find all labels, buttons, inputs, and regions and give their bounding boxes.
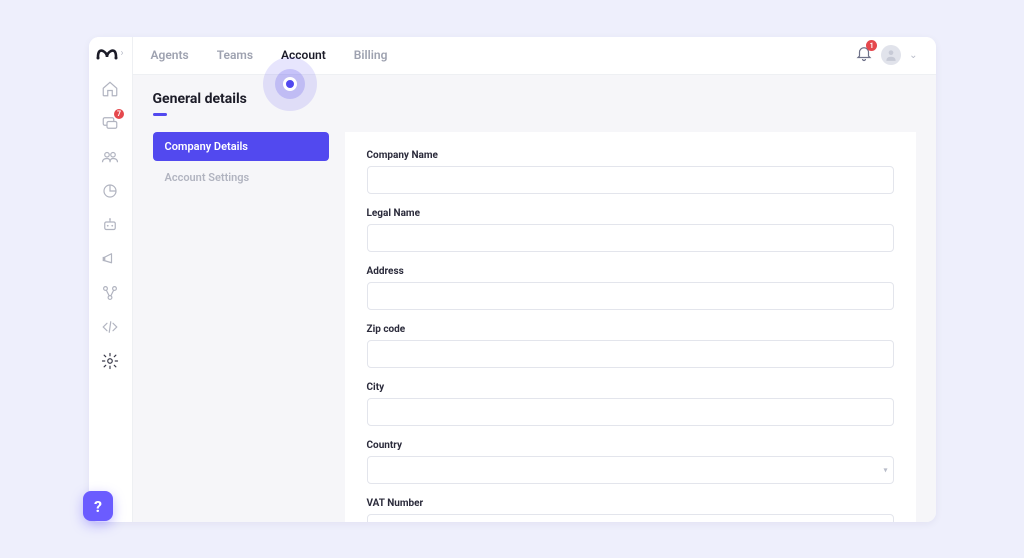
input-zip[interactable] <box>367 340 894 368</box>
code-icon <box>101 318 119 336</box>
page-header: General details <box>153 91 916 116</box>
label-vat: VAT Number <box>367 498 894 509</box>
label-zip: Zip code <box>367 324 894 335</box>
tab-billing[interactable]: Billing <box>354 37 388 75</box>
label-company-name: Company Name <box>367 150 894 161</box>
chevron-down-icon[interactable]: ⌄ <box>909 50 917 61</box>
input-company-name[interactable] <box>367 166 894 194</box>
label-legal-name: Legal Name <box>367 208 894 219</box>
sidebar-item-campaigns[interactable] <box>98 247 122 271</box>
input-city[interactable] <box>367 398 894 426</box>
sidebar-item-analytics[interactable] <box>98 179 122 203</box>
sidebar-item-bot[interactable] <box>98 213 122 237</box>
settings-submenu: Company Details Account Settings <box>153 132 329 522</box>
sidebar-item-contacts[interactable] <box>98 145 122 169</box>
title-underline <box>153 113 167 116</box>
sidebar-item-home[interactable] <box>98 77 122 101</box>
submenu-company-details[interactable]: Company Details <box>153 132 329 161</box>
tab-agents[interactable]: Agents <box>151 37 189 75</box>
help-button[interactable]: ? <box>83 491 113 521</box>
tab-teams[interactable]: Teams <box>217 37 253 75</box>
input-address[interactable] <box>367 282 894 310</box>
sidebar-item-dev[interactable] <box>98 315 122 339</box>
chevron-right-icon: › <box>120 48 123 59</box>
flow-icon <box>101 284 119 302</box>
notifications-button[interactable]: 1 <box>855 44 873 66</box>
notification-badge: 1 <box>866 40 877 51</box>
page-title: General details <box>153 91 916 107</box>
logo[interactable]: › <box>96 47 123 61</box>
input-vat[interactable] <box>367 514 894 522</box>
bot-icon <box>101 216 119 234</box>
select-country[interactable] <box>367 456 894 484</box>
sidebar-item-conversations[interactable]: 7 <box>98 111 122 135</box>
campaign-icon <box>101 250 119 268</box>
top-tab-bar: Agents Teams Account Billing 1 ⌄ <box>133 37 936 75</box>
sidebar-item-settings[interactable] <box>98 349 122 373</box>
analytics-icon <box>101 182 119 200</box>
submenu-account-settings[interactable]: Account Settings <box>153 163 329 192</box>
home-icon <box>101 80 119 98</box>
avatar-icon <box>884 48 898 62</box>
user-menu-button[interactable] <box>881 45 901 65</box>
sidebar-item-flows[interactable] <box>98 281 122 305</box>
sidebar-rail: › 7 <box>89 37 133 522</box>
label-address: Address <box>367 266 894 277</box>
settings-icon <box>101 352 119 370</box>
sidebar-badge: 7 <box>114 109 124 119</box>
label-city: City <box>367 382 894 393</box>
help-icon: ? <box>94 497 102 516</box>
logo-mark-icon <box>96 47 118 61</box>
label-country: Country <box>367 440 894 451</box>
contacts-icon <box>101 148 119 166</box>
tab-account[interactable]: Account <box>281 37 326 75</box>
input-legal-name[interactable] <box>367 224 894 252</box>
company-details-form: Company Name Legal Name Address Zip code <box>345 132 916 522</box>
